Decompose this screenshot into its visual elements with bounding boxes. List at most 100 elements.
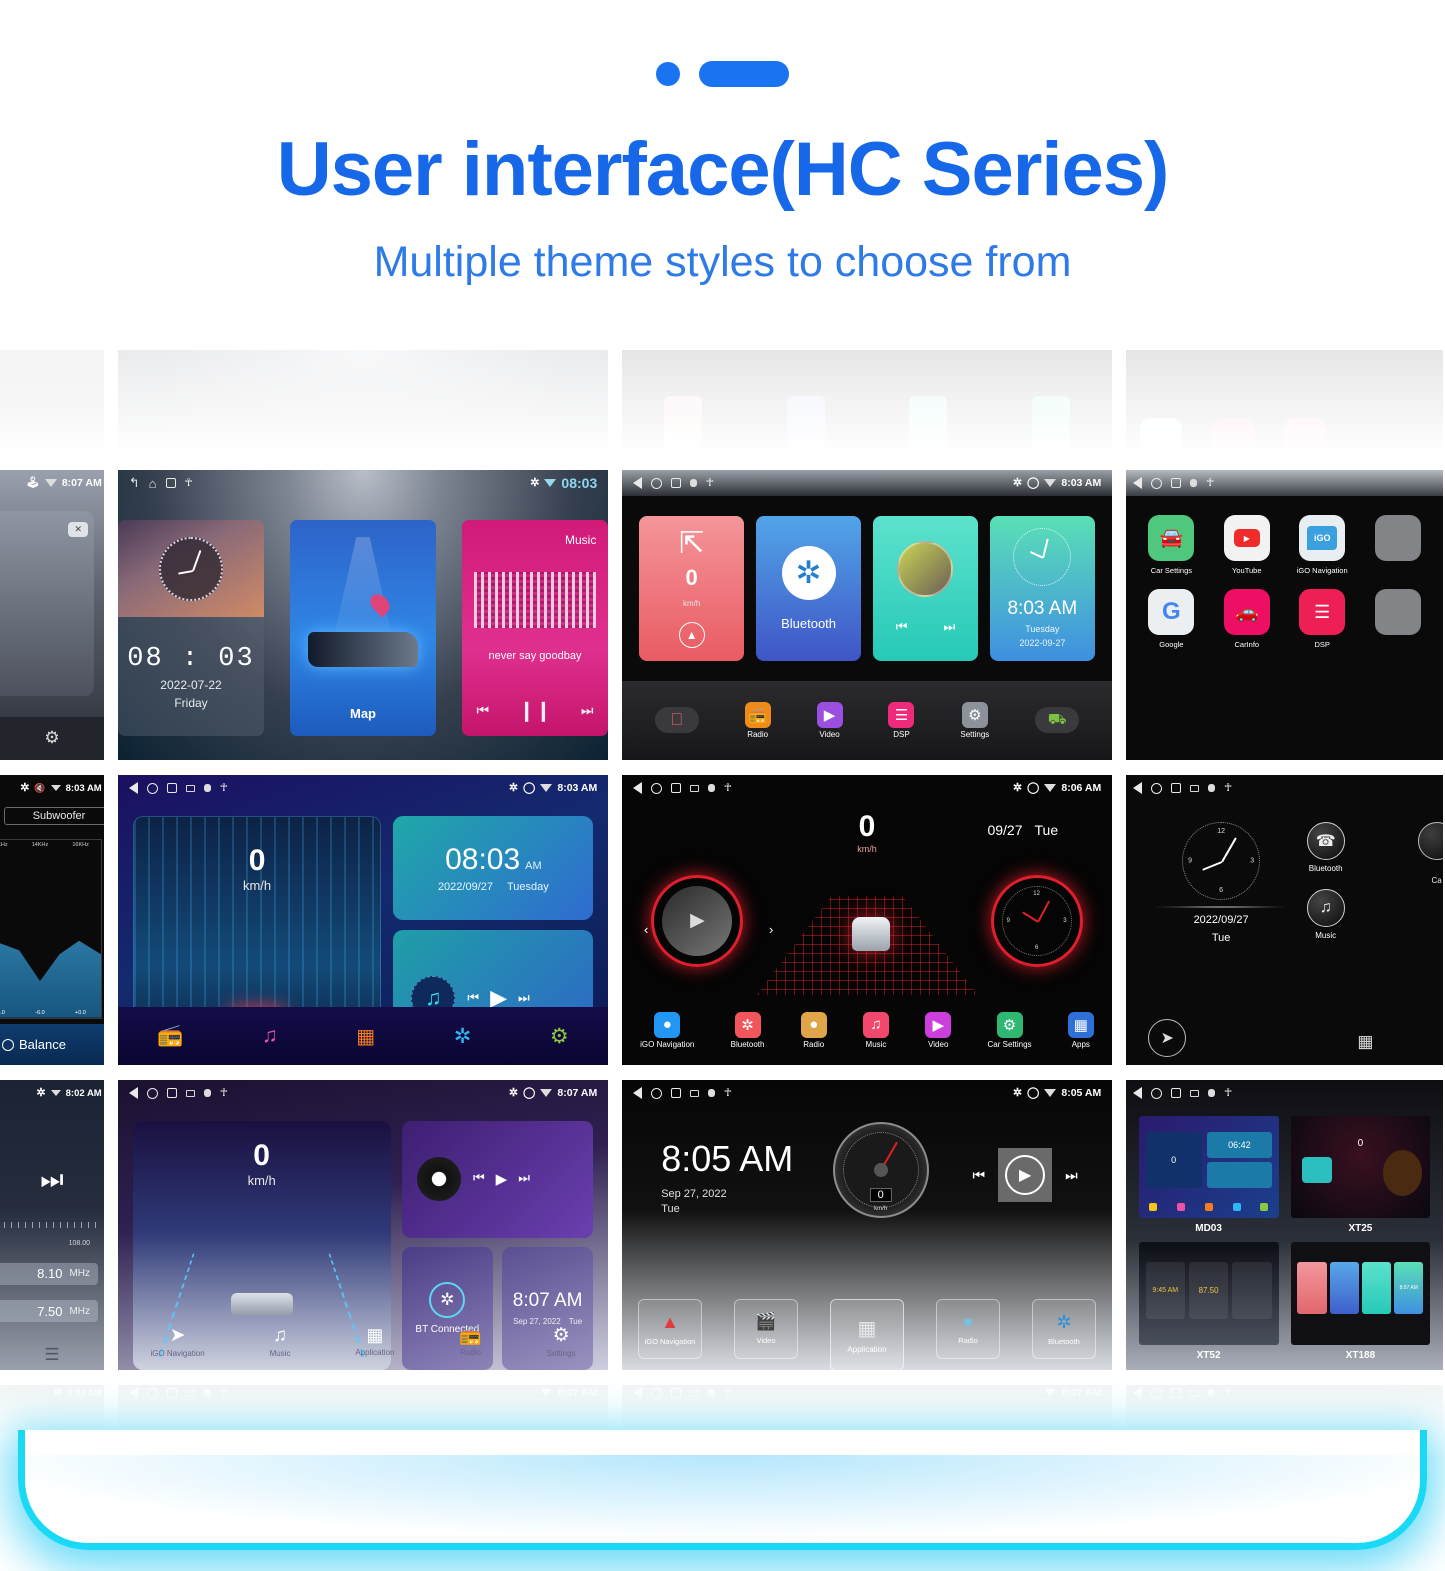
app-google[interactable]: G Google [1139,589,1204,649]
dock-item-settings[interactable]: ⚙ [550,1024,569,1049]
next-button[interactable]: ⏭ [943,619,955,635]
navigation-tile[interactable]: ⇱ 0 km/h ▲ [639,515,745,662]
dock-item-bluetooth[interactable]: ✲ [454,1024,472,1049]
dock-item-application[interactable]: ▦ Application [830,1298,904,1370]
prev-button[interactable]: ⏮ [477,702,490,719]
screen-r1c1[interactable]: 🕹 8:07 AM ✕ ⚙ [0,470,104,760]
back-icon[interactable] [1132,477,1142,490]
app-partial-2[interactable] [1365,589,1430,649]
screen-r2c4[interactable]: ☥ 12 3 6 9 2022/09/27 Tue ☎ Bluetooth ♫ … [1126,775,1443,1065]
recents-icon[interactable] [1170,1088,1181,1099]
screen-r2c1[interactable]: ✲ 🔇 8:03 AM Subwoofer 12KHz 14KHz 16KHz … [0,775,104,1065]
dock-item-radio[interactable]: 📻 Radio [744,701,771,739]
dock-item-radio[interactable]: ● Radio [936,1298,1000,1359]
bluetooth-tile[interactable]: ✲ Bluetooth [756,515,862,662]
home-icon[interactable] [650,477,662,489]
car-icon[interactable] [1417,822,1443,861]
dock-item-apple[interactable]:  [654,707,699,734]
dock-item-igo[interactable]: ● iGO Navigation [640,1011,694,1049]
screen-r3c2[interactable]: ☥ ✲ ◯ 8:07 AM 0 km/h ⏮ ▶ ⏭ ✲ BT Connecte… [118,1080,608,1370]
clock-widget[interactable]: 12 3 6 9 2022/09/27 Tue [1151,822,1291,944]
dock-item-music[interactable]: ♫ [262,1024,278,1048]
fast-forward-icon[interactable]: ⏭ [0,1164,104,1196]
map-widget[interactable]: Map [290,519,436,737]
play-button[interactable]: ▶ [662,885,733,956]
app-carinfo[interactable]: 🚗 CarInfo [1214,589,1279,649]
screen-r3c1[interactable]: ✲ 8:02 AM e ⏭ 108.00 8.10 MHz 7.50 MHz ☰ [0,1080,104,1370]
dock-item-dsp[interactable]: ☰ DSP [888,701,915,739]
app-car-settings[interactable]: 🚘 Car Settings [1139,515,1204,575]
gear-icon[interactable]: ⚙ [0,716,104,760]
item-music[interactable]: ♫ Music [1306,889,1345,940]
equalizer-icon[interactable]: ☰ [0,1345,104,1365]
recents-icon[interactable] [670,478,681,489]
dock-item-video[interactable]: ▶ Video [816,701,843,739]
screen-r1c4[interactable]: ☥ 🚘 Car Settings ▶ YouTube iGO iGO Navig… [1126,470,1443,760]
home-icon[interactable]: ⌂ [149,476,157,491]
dock-item-apps[interactable]: ▦ Apps [1067,1011,1094,1049]
music-tile[interactable]: ⏮ ⏭ [872,515,978,662]
recents-icon[interactable] [165,478,176,489]
recents-icon[interactable] [166,1088,177,1099]
back-icon[interactable] [1132,1087,1142,1100]
recents-icon[interactable] [166,783,177,794]
dock-item-video[interactable]: ▶ Video [925,1011,952,1049]
next-button[interactable]: ⏭ [581,702,594,719]
back-icon[interactable] [632,1087,642,1100]
home-icon[interactable] [146,1087,158,1099]
home-icon[interactable] [146,782,158,794]
home-icon[interactable] [1150,782,1162,794]
clock-tile[interactable]: 8:03 AM Tuesday 2022-09-27 [989,515,1095,662]
theme-md03[interactable]: 0 06:42 MD03 [1138,1115,1279,1234]
screen-r2c2[interactable]: ☥ ✲ ◯ 8:03 AM 0 km/h 08:03 AM 2022/09/27… [118,775,608,1065]
screen-r3c3[interactable]: ☥ ✲ ◯ 8:05 AM 8:05 AM Sep 27, 2022 Tue 0… [622,1080,1112,1370]
next-arrow-icon[interactable]: › [769,922,773,937]
preset-button[interactable]: Subwoofer [4,806,104,825]
back-icon[interactable] [128,782,138,795]
pause-button[interactable]: ❙❙ [518,698,552,723]
back-icon[interactable] [632,782,642,795]
back-icon[interactable] [128,1087,138,1100]
prev-button[interactable]: ⏮ [473,1170,485,1188]
dock-item-radio[interactable]: 📻 [157,1024,183,1048]
dock-item-music[interactable]: ♫ Music [862,1011,889,1049]
dock-item-settings[interactable]: ⚙ Settings [960,701,989,739]
app-partial[interactable] [1365,515,1430,575]
home-icon[interactable] [1150,477,1162,489]
dock-item-video[interactable]: 🎬 Video [734,1298,798,1359]
dock-item-music[interactable]: ♫ Music [270,1325,291,1358]
screen-r1c2[interactable]: ↰ ⌂ ☥ ✲ 08:03 08: 03 2022-07-22 Friday … [118,470,608,760]
clock-widget[interactable]: 8:05 AM Sep 27, 2022 Tue [661,1138,793,1215]
clock-widget[interactable]: 08 : 03 2022-07-22 Friday [118,519,264,737]
clock-widget[interactable]: 08:03 AM 2022/09/27 Tuesday [393,815,594,921]
next-button[interactable]: ⏭ [518,1170,530,1188]
close-icon[interactable]: ✕ [68,522,88,538]
music-ring-widget[interactable]: ▶ [651,874,744,967]
back-icon[interactable] [1132,782,1142,795]
recents-icon[interactable] [1170,783,1181,794]
theme-xt188[interactable]: 8:57 AM XT188 [1290,1242,1431,1361]
dock-item-settings[interactable]: ⚙ Settings [547,1324,576,1358]
app-dsp[interactable]: ☰ DSP [1290,589,1355,649]
screen-r1c3[interactable]: ☥ ✲ ◯ 8:03 AM ⇱ 0 km/h ▲ ✲ Bluetooth ⏮ ⏭… [622,470,1112,760]
apps-grid-icon[interactable]: ▦ [1357,1032,1374,1052]
music-widget[interactable]: Music never say goodbay ⏮ ❙❙ ⏭ [462,519,608,737]
dock-item-apps[interactable]: ▦ [356,1024,375,1049]
recents-icon[interactable] [1170,478,1181,489]
theme-xt52[interactable]: 9:45 AM 87.50 XT52 [1138,1242,1279,1361]
recents-icon[interactable] [670,783,681,794]
next-button[interactable]: ⏭ [518,990,530,1006]
next-button[interactable]: ⏭ [1065,1167,1078,1184]
screen-r2c3[interactable]: ☥ ✲ ◯ 8:06 AM 0 km/h 09/27 Tue ▶ ‹ › 12 … [622,775,1112,1065]
app-igo[interactable]: iGO iGO Navigation [1290,515,1355,575]
clock-ring-widget[interactable]: 12 3 6 9 [990,874,1083,967]
dock-item-bluetooth[interactable]: ✲ Bluetooth [1032,1298,1096,1359]
music-widget[interactable]: ⏮ ▶ ⏭ [401,1120,594,1238]
prev-button[interactable]: ⏮ [896,619,908,635]
prev-button[interactable]: ⏮ [972,1167,985,1184]
item-bluetooth[interactable]: ☎ Bluetooth [1306,822,1345,873]
dock-item-igo[interactable]: ▲ iGO Navigation [638,1298,702,1359]
recents-icon[interactable] [670,1088,681,1099]
prev-arrow-icon[interactable]: ‹ [644,922,648,937]
back-icon[interactable] [632,477,642,490]
